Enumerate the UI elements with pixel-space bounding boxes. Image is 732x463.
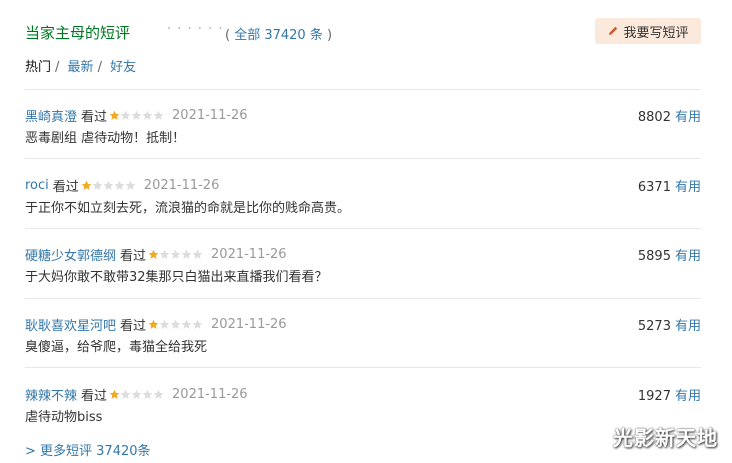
watched-status: 看过 (81, 388, 108, 404)
tab-hot[interactable]: 热门 (25, 60, 51, 75)
star-empty-icon (159, 319, 170, 329)
section-title: 当家主母的短评 (25, 24, 131, 42)
comment-text: 虐待动物biss (25, 410, 103, 425)
vote-area: 1927 有用 (638, 385, 701, 404)
comment-user[interactable]: 黑崎真澄 (25, 106, 77, 125)
comment-time: 2021-11-26 (211, 246, 287, 262)
vote-count: 8802 (637, 110, 671, 125)
star-rating (109, 110, 164, 121)
comment-meta: 黑崎真澄 看过 2021-11-26 (25, 106, 248, 125)
comment-text: 于大妈你敢不敢带32集那只白猫出来直播我们看看？ (25, 270, 328, 285)
comment-item: 辣辣不辣 看过 2021-11-26 1927 有用 虐待动物biss (25, 385, 701, 445)
star-empty-icon (120, 110, 131, 120)
comment-user[interactable]: 耿耿喜欢星河吧 (25, 315, 116, 334)
vote-area: 5895 有用 (638, 245, 701, 264)
vote-count: 5273 (637, 319, 671, 334)
useful-button[interactable]: 有用 (675, 389, 701, 404)
comment-time: 2021-11-26 (172, 107, 248, 123)
star-empty-icon (142, 389, 153, 399)
divider (25, 367, 701, 368)
vote-count: 6371 (637, 180, 671, 195)
watched-status: 看过 (120, 318, 147, 334)
comments-header: 当家主母的短评 · · · · · · ( 全部 37420 条 ) 我要写短评 (25, 18, 705, 48)
comment-time: 2021-11-26 (143, 177, 220, 193)
star-empty-icon (192, 319, 203, 329)
vote-area: 5273 有用 (638, 315, 701, 334)
star-empty-icon (181, 319, 192, 329)
watched-status: 看过 (120, 248, 147, 264)
star-rating (109, 389, 164, 400)
write-comment-button[interactable]: 我要写短评 (595, 18, 701, 44)
comment-item: 耿耿喜欢星河吧 看过 2021-11-26 5273 有用 臭傻逼，给爷爬，毒猫全… (25, 315, 701, 375)
comment-meta: 辣辣不辣 看过 2021-11-26 (25, 385, 248, 404)
comment-item: 硬糖少女郭德纲 看过 2021-11-26 5895 有用 于大妈你敢不敢带32集… (25, 245, 701, 305)
star-empty-icon (131, 110, 142, 120)
useful-button[interactable]: 有用 (675, 180, 701, 195)
star-empty-icon (142, 110, 153, 120)
comment-time: 2021-11-26 (172, 386, 248, 402)
comment-item: roci 看过 2021-11-26 6371 有用 于正你不如立刻去死，流浪猫的… (25, 176, 701, 236)
star-filled-icon (109, 389, 120, 399)
star-rating (81, 180, 136, 191)
pencil-icon (609, 26, 618, 35)
star-empty-icon (120, 389, 131, 399)
all-comments-link[interactable]: 全部 37420 条 (234, 28, 323, 43)
star-filled-icon (109, 110, 120, 120)
comment-meta: 硬糖少女郭德纲 看过 2021-11-26 (25, 245, 287, 264)
star-empty-icon (153, 389, 164, 399)
count-suffix: ) (322, 28, 333, 43)
star-empty-icon (153, 110, 164, 120)
star-filled-icon (148, 249, 159, 259)
write-comment-label: 我要写短评 (623, 25, 689, 41)
useful-button[interactable]: 有用 (675, 110, 701, 125)
tab-separator: / (97, 60, 102, 75)
divider (25, 228, 701, 229)
comment-meta: roci 看过 2021-11-26 (25, 176, 220, 195)
star-rating (148, 319, 203, 330)
useful-button[interactable]: 有用 (675, 249, 701, 264)
tab-latest[interactable]: 最新 (68, 60, 94, 75)
tab-friends[interactable]: 好友 (110, 60, 136, 75)
title-dots: · · · · · · (167, 22, 224, 37)
vote-count: 1927 (637, 389, 671, 404)
comment-text: 于正你不如立刻去死，流浪猫的命就是比你的贱命高贵。 (25, 201, 351, 216)
vote-count: 5895 (637, 249, 671, 264)
star-empty-icon (114, 180, 125, 190)
star-filled-icon (81, 180, 92, 190)
star-filled-icon (148, 319, 159, 329)
star-empty-icon (159, 249, 170, 259)
comment-user[interactable]: roci (25, 178, 49, 193)
total-count: ( 全部 37420 条 ) (225, 24, 332, 43)
comment-text: 臭傻逼，给爷爬，毒猫全给我死 (25, 340, 208, 355)
star-empty-icon (170, 319, 181, 329)
more-comments-link[interactable]: > 更多短评 37420条 (25, 440, 151, 459)
star-empty-icon (181, 249, 192, 259)
star-empty-icon (170, 249, 181, 259)
watched-status: 看过 (52, 179, 79, 195)
star-empty-icon (192, 249, 203, 259)
comment-meta: 耿耿喜欢星河吧 看过 2021-11-26 (25, 315, 287, 334)
star-empty-icon (92, 180, 103, 190)
vote-area: 6371 有用 (638, 176, 701, 195)
divider (25, 89, 701, 90)
comment-item: 黑崎真澄 看过 2021-11-26 8802 有用 恶毒剧组 虐待动物！抵制！ (25, 106, 701, 166)
comment-filter-tabs: 热门 / 最新 / 好友 (25, 56, 140, 75)
star-rating (148, 249, 203, 260)
tab-separator: / (55, 60, 60, 75)
comment-text: 恶毒剧组 虐待动物！抵制！ (25, 131, 186, 146)
star-empty-icon (103, 180, 114, 190)
useful-button[interactable]: 有用 (675, 319, 701, 334)
comment-user[interactable]: 辣辣不辣 (25, 385, 77, 404)
vote-area: 8802 有用 (638, 106, 701, 125)
watermark: 光影新天地 (613, 426, 718, 450)
watched-status: 看过 (81, 109, 108, 125)
divider (25, 298, 701, 299)
star-empty-icon (131, 389, 142, 399)
count-prefix: ( (225, 28, 235, 43)
comment-user[interactable]: 硬糖少女郭德纲 (25, 245, 116, 264)
star-empty-icon (125, 180, 136, 190)
divider (25, 158, 701, 159)
comment-time: 2021-11-26 (211, 316, 287, 332)
